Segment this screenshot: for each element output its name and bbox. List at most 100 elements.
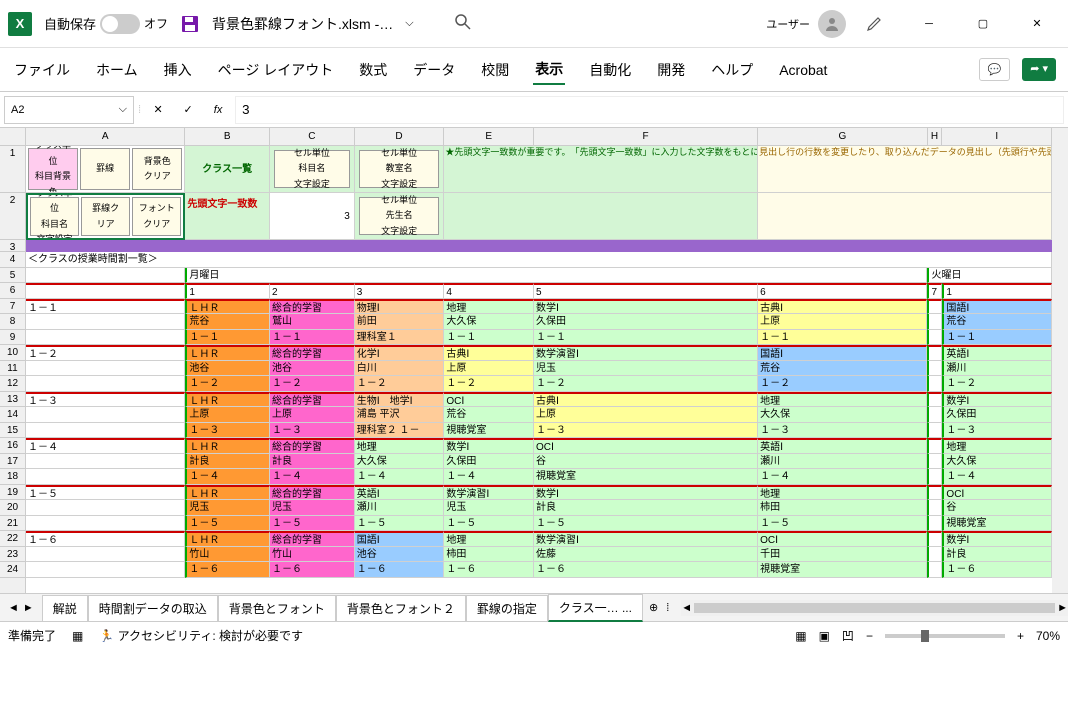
save-icon[interactable] [180, 14, 200, 34]
cell-match-value[interactable]: 3 [270, 193, 355, 240]
schedule-cell[interactable]: １－４ [758, 469, 927, 485]
col-head-h[interactable]: H [928, 128, 943, 146]
col-head-e[interactable]: E [444, 128, 534, 146]
schedule-cell[interactable]: 数学演習Ⅰ [534, 531, 758, 547]
schedule-cell[interactable]: 古典Ⅰ [444, 345, 534, 361]
row-head-8[interactable]: 8 [0, 314, 25, 330]
filename-dropdown-icon[interactable]: ⌵ [405, 17, 413, 30]
schedule-cell[interactable]: 池谷 [185, 361, 270, 377]
schedule-cell[interactable]: OCⅠ [758, 531, 927, 547]
row-head-17[interactable]: 17 [0, 454, 25, 470]
schedule-cell[interactable] [927, 345, 942, 361]
tab-view[interactable]: 表示 [533, 55, 565, 85]
view-layout-icon[interactable]: ▣ [819, 629, 830, 643]
schedule-cell[interactable]: 児玉 [444, 500, 534, 516]
sheet-tab-3[interactable]: 背景色とフォント２ [336, 595, 466, 621]
schedule-cell[interactable] [927, 392, 942, 408]
btn-border[interactable]: 罫線 [80, 148, 130, 190]
row-head-2[interactable]: 2 [0, 193, 25, 240]
schedule-cell[interactable]: １－３ [534, 423, 758, 439]
sheet-tab-0[interactable]: 解説 [42, 595, 88, 621]
schedule-cell[interactable]: 瀬川 [355, 500, 445, 516]
schedule-cell[interactable]: 池谷 [355, 547, 445, 563]
col-head-b[interactable]: B [185, 128, 270, 146]
row-head-11[interactable]: 11 [0, 361, 25, 377]
schedule-cell[interactable]: 久保田 [444, 454, 534, 470]
schedule-cell[interactable]: １－２ [270, 376, 355, 392]
schedule-cell[interactable]: 瀬川 [758, 454, 927, 470]
schedule-cell[interactable]: ＬＨＲ [185, 438, 270, 454]
schedule-cell[interactable]: 地理 [758, 485, 927, 501]
sheet-tab-2[interactable]: 背景色とフォント [218, 595, 336, 621]
schedule-cell[interactable]: 数学Ⅰ [444, 438, 534, 454]
schedule-cell[interactable]: 大久保 [942, 454, 1052, 470]
schedule-cell[interactable]: OCⅠ [942, 485, 1052, 501]
schedule-cell[interactable]: 地理 [758, 392, 927, 408]
minimize-button[interactable]: ─ [906, 8, 952, 40]
schedule-cell[interactable]: １－３ [270, 423, 355, 439]
zoom-out-icon[interactable]: − [866, 629, 873, 643]
schedule-cell[interactable]: 荒谷 [758, 361, 927, 377]
schedule-cell[interactable]: 古典Ⅰ [758, 299, 927, 315]
schedule-cell[interactable]: 総合的学習 [270, 392, 355, 408]
accessibility-label[interactable]: 🏃 アクセシビリティ: 検討が必要です [99, 627, 303, 644]
schedule-cell[interactable]: １－５ [355, 516, 445, 532]
row-head-18[interactable]: 18 [0, 469, 25, 485]
schedule-cell[interactable]: 瀬川 [942, 361, 1052, 377]
schedule-cell[interactable]: 白川 [355, 361, 445, 377]
schedule-cell[interactable]: １－２ [942, 376, 1052, 392]
schedule-cell[interactable]: １－５ [758, 516, 927, 532]
class-cell[interactable]: １－６ [26, 531, 185, 547]
schedule-cell[interactable]: 久保田 [942, 407, 1052, 423]
schedule-cell[interactable]: 国語Ⅰ [355, 531, 445, 547]
schedule-cell[interactable]: １－５ [444, 516, 534, 532]
avatar[interactable] [818, 10, 846, 38]
pen-icon[interactable] [866, 12, 886, 35]
schedule-cell[interactable]: 数学Ⅰ [942, 531, 1052, 547]
schedule-cell[interactable]: １－６ [942, 562, 1052, 578]
schedule-cell[interactable]: OCⅠ [444, 392, 534, 408]
schedule-cell[interactable]: 数学Ⅰ [534, 299, 758, 315]
schedule-cell[interactable]: ＬＨＲ [185, 345, 270, 361]
schedule-cell[interactable]: 地理 [444, 299, 534, 315]
schedule-cell[interactable]: 竹山 [270, 547, 355, 563]
tab-dev[interactable]: 開発 [655, 56, 687, 84]
schedule-cell[interactable]: 数学Ⅰ [942, 392, 1052, 408]
schedule-cell[interactable]: 児玉 [185, 500, 270, 516]
tab-home[interactable]: ホーム [94, 56, 140, 84]
schedule-cell[interactable]: 生物Ⅰ 地学Ⅰ [355, 392, 445, 408]
schedule-cell[interactable]: １－６ [185, 562, 270, 578]
schedule-cell[interactable]: 理科室１ [355, 330, 445, 346]
view-break-icon[interactable]: 凹 [842, 627, 854, 644]
sheet-tab-1[interactable]: 時間割データの取込 [88, 595, 218, 621]
schedule-cell[interactable]: １－４ [444, 469, 534, 485]
row-head-20[interactable]: 20 [0, 500, 25, 516]
row-head-7[interactable]: 7 [0, 299, 25, 315]
tab-formula[interactable]: 数式 [357, 56, 389, 84]
schedule-cell[interactable]: 視聴覚室 [758, 562, 927, 578]
schedule-cell[interactable]: 浦島 平沢 [355, 407, 445, 423]
sheet-tab-4[interactable]: 罫線の指定 [466, 595, 548, 621]
class-cell[interactable] [26, 562, 185, 578]
schedule-cell[interactable]: 視聴覚室 [444, 423, 534, 439]
schedule-cell[interactable]: 大久保 [444, 314, 534, 330]
schedule-cell[interactable]: 数学Ⅰ [534, 485, 758, 501]
schedule-cell[interactable]: 総合的学習 [270, 299, 355, 315]
tab-layout[interactable]: ページ レイアウト [216, 56, 336, 84]
schedule-cell[interactable]: 上原 [444, 361, 534, 377]
class-cell[interactable] [26, 423, 185, 439]
schedule-cell[interactable] [927, 299, 942, 315]
schedule-cell[interactable]: 視聴覚室 [942, 516, 1052, 532]
tab-prev-icon[interactable]: ◄ [8, 602, 19, 614]
col-head-g[interactable]: G [758, 128, 927, 146]
schedule-cell[interactable]: 鷲山 [270, 314, 355, 330]
schedule-cell[interactable]: 谷 [534, 454, 758, 470]
schedule-cell[interactable]: 地理 [355, 438, 445, 454]
name-box[interactable]: A2⌵ [4, 96, 134, 124]
col-head-c[interactable]: C [270, 128, 355, 146]
class-cell[interactable] [26, 547, 185, 563]
schedule-cell[interactable]: １－１ [444, 330, 534, 346]
schedule-cell[interactable]: ＬＨＲ [185, 485, 270, 501]
schedule-cell[interactable]: 物理Ⅰ [355, 299, 445, 315]
zoom-value[interactable]: 70% [1036, 629, 1060, 643]
